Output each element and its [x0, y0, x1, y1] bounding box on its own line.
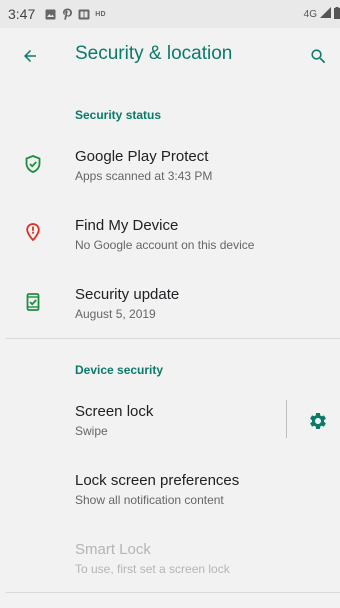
shield-check-icon — [24, 155, 42, 173]
setting-item-smart-lock: Smart Lock To use, first set a screen lo… — [0, 523, 340, 592]
section-divider — [6, 592, 340, 593]
setting-subtitle: No Google account on this device — [75, 238, 255, 252]
setting-subtitle: Apps scanned at 3:43 PM — [75, 169, 213, 183]
search-button[interactable] — [302, 40, 334, 72]
network-type: 4G — [303, 8, 317, 20]
status-bar: 3:47 HD 4G — [0, 0, 340, 28]
status-time: 3:47 — [8, 6, 36, 22]
settings-list: Security status Google Play Protect Apps… — [0, 84, 340, 608]
setting-item-security-update[interactable]: Security update August 5, 2019 — [0, 269, 340, 337]
section-divider — [6, 338, 340, 339]
pinterest-icon — [61, 8, 73, 20]
arrow-back-icon — [24, 50, 36, 62]
setting-title: Find My Device — [75, 217, 179, 234]
screen-lock-settings-button[interactable] — [306, 409, 330, 433]
gear-icon — [310, 413, 326, 429]
section-header-security-status: Security status — [75, 108, 162, 122]
setting-subtitle: Swipe — [75, 424, 108, 438]
hd-icon: HD — [95, 10, 106, 18]
search-icon — [310, 48, 325, 63]
setting-title: Screen lock — [75, 403, 154, 420]
app-bar: Security & location — [0, 28, 340, 84]
image-icon — [44, 8, 56, 20]
app-icon — [78, 8, 90, 20]
setting-subtitle: To use, first set a screen lock — [75, 562, 230, 576]
setting-subtitle: August 5, 2019 — [75, 307, 156, 321]
vertical-divider — [286, 400, 287, 438]
phone-check-icon — [24, 293, 42, 311]
setting-title: Security update — [75, 286, 180, 303]
back-button[interactable] — [14, 40, 46, 72]
setting-title: Google Play Protect — [75, 148, 209, 165]
setting-item-screen-lock[interactable]: Screen lock Swipe — [0, 384, 340, 454]
setting-item-google-play-protect[interactable]: Google Play Protect Apps scanned at 3:43… — [0, 132, 340, 200]
setting-subtitle: Show all notification content — [75, 493, 224, 507]
system-status-icons: 4G — [304, 0, 340, 28]
notification-icons: HD — [44, 8, 106, 20]
page-title: Security & location — [75, 43, 233, 64]
setting-item-lock-screen-preferences[interactable]: Lock screen preferences Show all notific… — [0, 454, 340, 523]
battery-icon — [334, 6, 340, 22]
section-header-device-security: Device security — [75, 363, 164, 377]
setting-item-find-my-device[interactable]: Find My Device No Google account on this… — [0, 200, 340, 269]
location-alert-icon — [24, 223, 42, 241]
signal-icon — [320, 7, 331, 21]
setting-title: Smart Lock — [75, 541, 151, 558]
setting-title: Lock screen preferences — [75, 472, 240, 489]
